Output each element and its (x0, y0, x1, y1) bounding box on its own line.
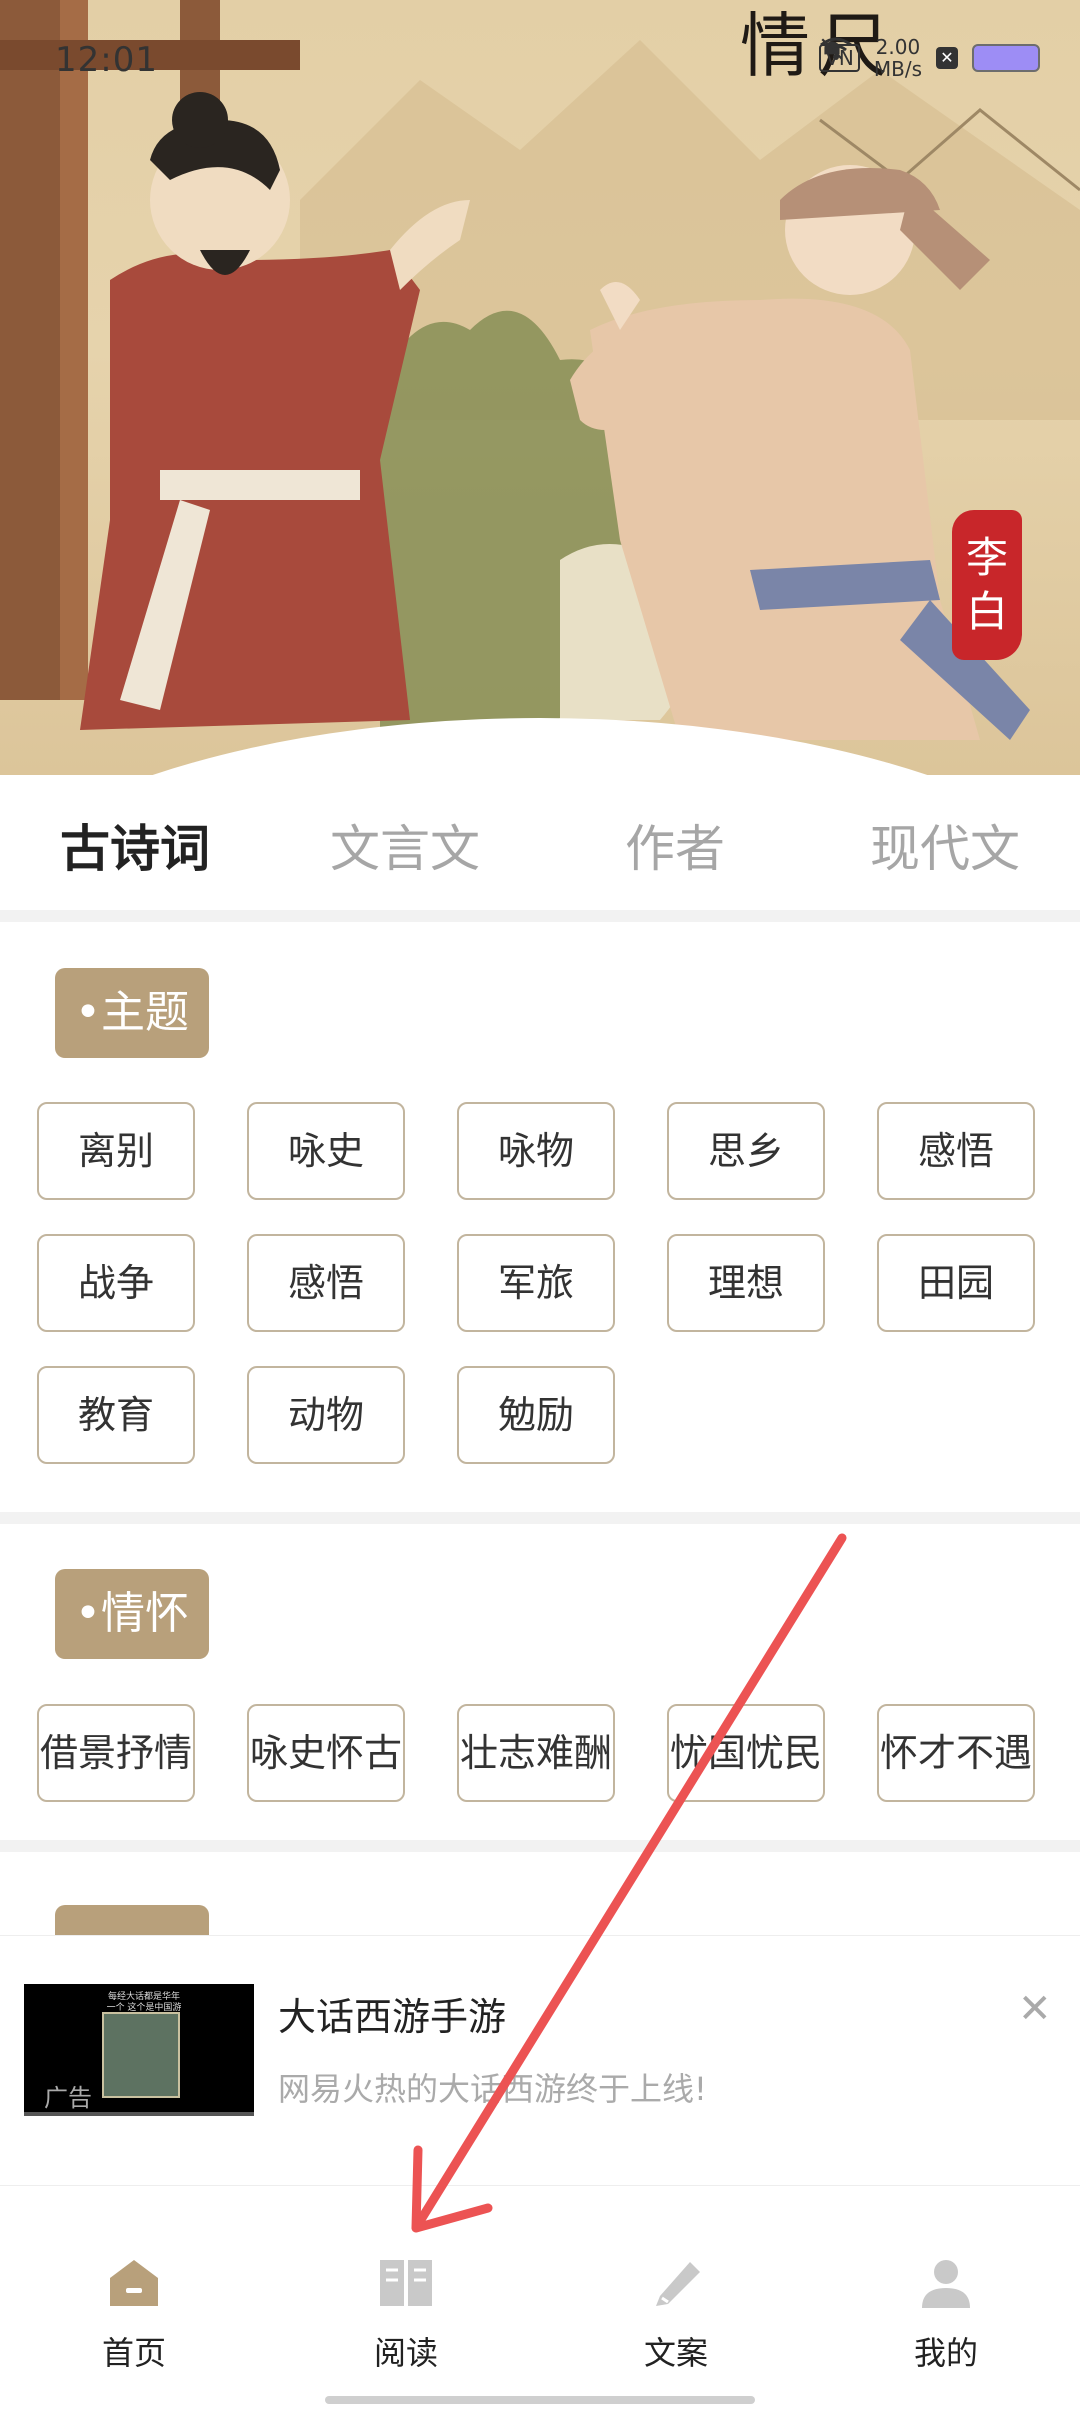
net-speed-unit: MB/s (873, 57, 922, 81)
divider (0, 1840, 1080, 1852)
nav-label: 我的 (913, 2334, 978, 2372)
status-icons: VN 2.00 MB/s ✕ (819, 36, 1040, 80)
chip-theme[interactable]: 勉励 (457, 1366, 615, 1464)
chip-sentiment[interactable]: 怀才不遇 (877, 1704, 1035, 1802)
divider (0, 910, 1080, 922)
chip-theme[interactable]: 咏物 (457, 1102, 615, 1200)
bottom-nav: 首页 阅读 文案 我的 (0, 2185, 1080, 2409)
tab-authors[interactable]: 作者 (540, 809, 810, 881)
nav-home[interactable]: 首页 (34, 2252, 234, 2374)
net-speed: 2.00 MB/s (874, 36, 922, 80)
ad-thumb-image (102, 2012, 180, 2098)
battery-icon (972, 44, 1040, 72)
tab-poetry[interactable]: 古诗词 (0, 809, 270, 881)
user-icon (922, 2260, 970, 2308)
chip-theme[interactable]: 军旅 (457, 1234, 615, 1332)
ad-thumbnail[interactable]: 每经大话都是华年一个 这个是中国游戏 广告 (24, 1984, 254, 2116)
divider (0, 1512, 1080, 1524)
section-theme: •主题 离别 咏史 咏物 思乡 感悟 战争 感悟 军旅 理想 田园 教育 动物 … (0, 922, 1080, 1512)
chip-theme[interactable]: 咏史 (247, 1102, 405, 1200)
gesture-home-bar[interactable] (325, 2396, 755, 2404)
home-icon (110, 2260, 158, 2306)
next-section-label-peek (55, 1905, 209, 1935)
tab-modern-prose[interactable]: 现代文 (810, 809, 1080, 881)
seal-text-1: 李 (965, 533, 1008, 582)
nav-reading[interactable]: 阅读 (306, 2252, 506, 2374)
section-label-theme: •主题 (55, 968, 209, 1058)
chip-theme[interactable]: 理想 (667, 1234, 825, 1332)
chip-theme[interactable]: 思乡 (667, 1102, 825, 1200)
seal-stamp: 李 白 (952, 510, 1022, 660)
book-icon (380, 2260, 432, 2306)
ad-description: 网易火热的大话西游终于上线! (278, 2070, 707, 2108)
status-bar: 12:01 VN 2.00 MB/s ✕ (0, 0, 1080, 120)
section-sentiment: •情怀 借景抒情 咏史怀古 壮志难酬 忧国忧民 怀才不遇 (0, 1524, 1080, 1840)
nav-label: 文案 (643, 2334, 708, 2372)
ad-title[interactable]: 大话西游手游 (278, 1986, 506, 2041)
close-icon[interactable]: ✕ (1018, 1986, 1052, 2032)
status-time: 12:01 (55, 40, 158, 80)
chip-sentiment[interactable]: 咏史怀古 (247, 1704, 405, 1802)
category-tabs: 古诗词 文言文 作者 现代文 (0, 800, 1080, 890)
nav-label: 阅读 (373, 2334, 438, 2372)
notification-x-icon: ✕ (936, 47, 958, 69)
chip-theme[interactable]: 动物 (247, 1366, 405, 1464)
ad-tag: 广告 (44, 2084, 92, 2112)
chip-theme[interactable]: 感悟 (877, 1102, 1035, 1200)
nav-profile[interactable]: 我的 (846, 2252, 1046, 2374)
chip-theme[interactable]: 离别 (37, 1102, 195, 1200)
hero-banner: 情尺 李 白 12:01 VN 2.00 MB/s ✕ (0, 0, 1080, 775)
nav-copywriting[interactable]: 文案 (576, 2252, 776, 2374)
tab-classical-prose[interactable]: 文言文 (270, 809, 540, 881)
wifi-icon (820, 37, 853, 60)
net-speed-value: 2.00 (875, 35, 921, 59)
chip-theme[interactable]: 教育 (37, 1366, 195, 1464)
chip-sentiment[interactable]: 忧国忧民 (667, 1704, 825, 1802)
seal-text-2: 白 (965, 587, 1008, 636)
chip-theme[interactable]: 田园 (877, 1234, 1035, 1332)
chip-sentiment[interactable]: 壮志难酬 (457, 1704, 615, 1802)
section-label-sentiment: •情怀 (55, 1569, 209, 1659)
nav-label: 首页 (101, 2334, 166, 2372)
ad-banner[interactable]: 每经大话都是华年一个 这个是中国游戏 广告 大话西游手游 网易火热的大话西游终于… (0, 1935, 1080, 2176)
chip-theme[interactable]: 感悟 (247, 1234, 405, 1332)
chip-sentiment[interactable]: 借景抒情 (37, 1704, 195, 1802)
chip-theme[interactable]: 战争 (37, 1234, 195, 1332)
pen-icon (656, 2262, 700, 2306)
